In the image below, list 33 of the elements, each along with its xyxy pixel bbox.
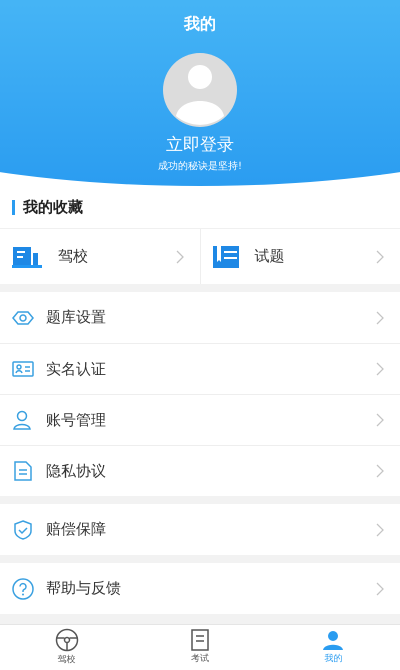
favorite-item[interactable]: 试题 <box>200 229 400 284</box>
building-icon <box>12 246 42 268</box>
id-card-icon <box>12 361 34 377</box>
user-icon <box>322 628 344 651</box>
menu-item[interactable]: 题库设置 <box>0 292 400 343</box>
menu-item[interactable]: 账号管理 <box>0 394 400 445</box>
menu-item[interactable]: 隐私协议 <box>0 445 400 496</box>
motto-text: 成功的秘诀是坚持! <box>158 160 242 174</box>
avatar-icon[interactable] <box>163 53 237 127</box>
chevron-right-icon <box>376 310 384 324</box>
tab-item[interactable]: 驾校 <box>0 625 134 670</box>
help-icon <box>12 578 34 600</box>
favorite-item[interactable]: 驾校 <box>0 229 200 284</box>
chevron-right-icon <box>376 582 384 596</box>
chevron-right-icon <box>376 464 384 478</box>
tab-item[interactable]: 考试 <box>133 625 267 670</box>
section-title: 我的收藏 <box>23 196 83 218</box>
steering-wheel-icon <box>54 628 79 652</box>
page-title: 我的 <box>184 13 216 35</box>
user-icon <box>13 410 33 430</box>
chevron-right-icon <box>376 250 384 264</box>
book-list-icon <box>212 246 238 268</box>
menu-item[interactable]: 实名认证 <box>0 343 400 394</box>
paper-icon <box>190 628 210 651</box>
chevron-right-icon <box>176 250 184 264</box>
document-icon <box>14 461 32 481</box>
chevron-right-icon <box>376 362 384 376</box>
menu-item[interactable]: 赔偿保障 <box>0 504 400 555</box>
chevron-right-icon <box>376 522 384 536</box>
menu-item[interactable]: 帮助与反馈 <box>0 563 400 614</box>
shield-icon <box>13 520 33 540</box>
eye-icon <box>12 310 34 324</box>
chevron-right-icon <box>376 413 384 427</box>
